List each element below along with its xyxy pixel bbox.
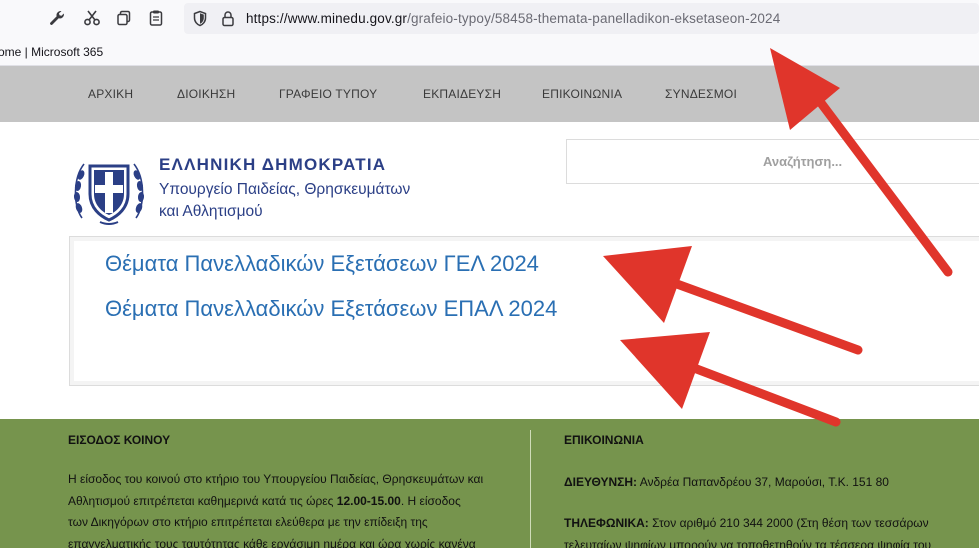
main-nav: ΑΡΧΙΚΗ ΔΙΟΙΚΗΣΗ ΓΡΑΦΕΙΟ ΤΥΠΟΥ ΕΚΠΑΙΔΕΥΣΗ… [0, 66, 979, 122]
org-subtitle-line1: Υπουργείο Παιδείας, Θρησκευμάτων [159, 181, 411, 198]
url-text[interactable]: https://www.minedu.gov.gr/grafeio-typoy/… [246, 11, 780, 26]
org-subtitle-line2: και Αθλητισμού [159, 203, 263, 220]
shield-icon[interactable] [192, 10, 208, 32]
nav-item-press-office[interactable]: ΓΡΑΦΕΙΟ ΤΥΠΟΥ [279, 87, 377, 101]
search-box [566, 139, 979, 184]
screen: https://www.minedu.gov.gr/grafeio-typoy/… [0, 0, 979, 548]
footer-entry-line: Αθλητισμού επιτρέπεται καθημερινά κατά τ… [68, 491, 528, 513]
footer-address-label: ΔΙΕΥΘΥΝΣΗ: [564, 475, 638, 489]
nav-item-home[interactable]: ΑΡΧΙΚΗ [88, 87, 133, 101]
footer-contact-heading: ΕΠΙΚΟΙΝΩΝΙΑ [564, 433, 644, 447]
org-title: ΕΛΛΗΝΙΚΗ ΔΗΜΟΚΡΑΤΙΑ [159, 155, 387, 174]
url-path: /grafeio-typoy/58458-themata-panelladiko… [407, 11, 781, 26]
url-bar[interactable]: https://www.minedu.gov.gr/grafeio-typoy/… [184, 3, 979, 34]
footer-address-value: Ανδρέα Παπανδρέου 37, Μαρούσι, Τ.Κ. 151 … [637, 475, 889, 489]
footer-phone-label: ΤΗΛΕΦΩΝΙΚΑ: [564, 516, 649, 530]
scissors-icon[interactable] [82, 8, 102, 28]
footer-phone-line: ΤΗΛΕΦΩΝΙΚΑ: Στον αριθμό 210 344 2000 (Στ… [564, 513, 979, 535]
browser-toolbar: https://www.minedu.gov.gr/grafeio-typoy/… [0, 0, 979, 37]
footer-entry-text-part: . Η είσοδος [400, 493, 461, 508]
footer-entry-line: Η είσοδος του κοινού στο κτήριο του Υπου… [68, 472, 484, 486]
footer-phone: ΤΗΛΕΦΩΝΙΚΑ: Στον αριθμό 210 344 2000 (Στ… [564, 513, 979, 548]
org-subtitle: Υπουργείο Παιδείας, Θρησκευμάτων και Αθλ… [159, 179, 410, 223]
nav-item-education[interactable]: ΕΚΠΑΙΔΕΥΣΗ [423, 87, 501, 101]
search-input[interactable] [567, 140, 979, 183]
footer-phone-line: τελευταίων ψηφίων μπορούν να τοποθετηθού… [564, 537, 932, 548]
footer-divider [530, 430, 531, 548]
wrench-icon[interactable] [47, 8, 67, 28]
copy-icon[interactable] [114, 8, 134, 28]
nav-item-administration[interactable]: ΔΙΟΙΚΗΣΗ [177, 87, 235, 101]
footer-entry-line: επαγγελματικής τους ταυτότητας κάθε εργά… [68, 536, 476, 548]
bookmarks-bar: ome | Microsoft 365 [0, 37, 979, 66]
bookmark-item[interactable]: ome | Microsoft 365 [0, 45, 103, 59]
footer-entry-text-part: Αθλητισμού επιτρέπεται καθημερινά κατά τ… [68, 493, 337, 508]
footer-entry-heading: ΕΙΣΟΔΟΣ ΚΟΙΝΟΥ [68, 433, 171, 447]
footer-entry-hours: 12.00-15.00 [336, 493, 401, 508]
nav-item-contact[interactable]: ΕΠΙΚΟΙΝΩΝΙΑ [542, 87, 622, 101]
nav-item-links[interactable]: ΣΥΝΔΕΣΜΟΙ [665, 87, 737, 101]
link-epal-2024[interactable]: Θέματα Πανελλαδικών Εξετάσεων ΕΠΑΛ 2024 [105, 296, 557, 322]
greek-emblem-icon[interactable] [70, 152, 148, 228]
url-host: https://www.minedu.gov.gr [246, 11, 408, 26]
footer-address: ΔΙΕΥΘΥΝΣΗ: Ανδρέα Παπανδρέου 37, Μαρούσι… [564, 472, 974, 494]
lock-icon[interactable] [220, 10, 236, 32]
footer-entry-text: Η είσοδος του κοινού στο κτήριο του Υπου… [68, 469, 528, 548]
footer-phone-value: Στον αριθμό 210 344 2000 (Στη θέση των τ… [648, 516, 929, 530]
link-gel-2024[interactable]: Θέματα Πανελλαδικών Εξετάσεων ΓΕΛ 2024 [105, 251, 539, 277]
clipboard-icon[interactable] [146, 8, 166, 28]
footer-entry-line: των Δικηγόρων στο κτήριο επιτρέπεται ελε… [68, 515, 428, 529]
